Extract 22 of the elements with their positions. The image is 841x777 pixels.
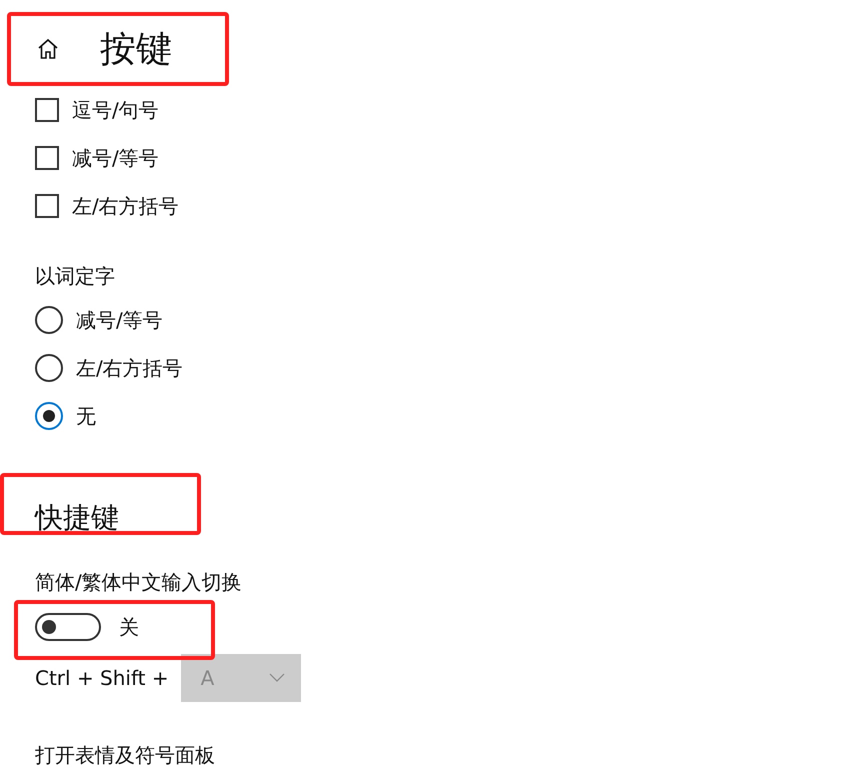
section-title: 快捷键 <box>35 500 119 536</box>
toggle-state: 关 <box>119 614 139 640</box>
setting-label: 打开表情及符号面板 <box>35 742 216 769</box>
page-title: 按键 <box>100 28 172 72</box>
checkbox-label: 左/右方括号 <box>72 192 179 220</box>
radio-label: 减号/等号 <box>76 306 163 334</box>
radio-button[interactable] <box>35 402 63 430</box>
home-icon[interactable] <box>36 37 60 61</box>
toggle-switch[interactable] <box>35 613 101 641</box>
radio-label: 左/右方括号 <box>76 354 183 382</box>
checkbox[interactable] <box>35 98 59 122</box>
chevron-down-icon <box>268 673 285 683</box>
radio-button[interactable] <box>35 306 63 334</box>
checkbox[interactable] <box>35 194 59 218</box>
radio-button[interactable] <box>35 354 63 382</box>
checkbox[interactable] <box>35 146 59 170</box>
checkbox-label: 逗号/句号 <box>72 96 159 124</box>
setting-label: 简体/繁体中文输入切换 <box>35 569 243 596</box>
group-label: 以词定字 <box>35 263 116 290</box>
shortcut-prefix: Ctrl + Shift + <box>35 666 169 690</box>
checkbox-label: 减号/等号 <box>72 144 159 172</box>
radio-label: 无 <box>76 402 96 430</box>
